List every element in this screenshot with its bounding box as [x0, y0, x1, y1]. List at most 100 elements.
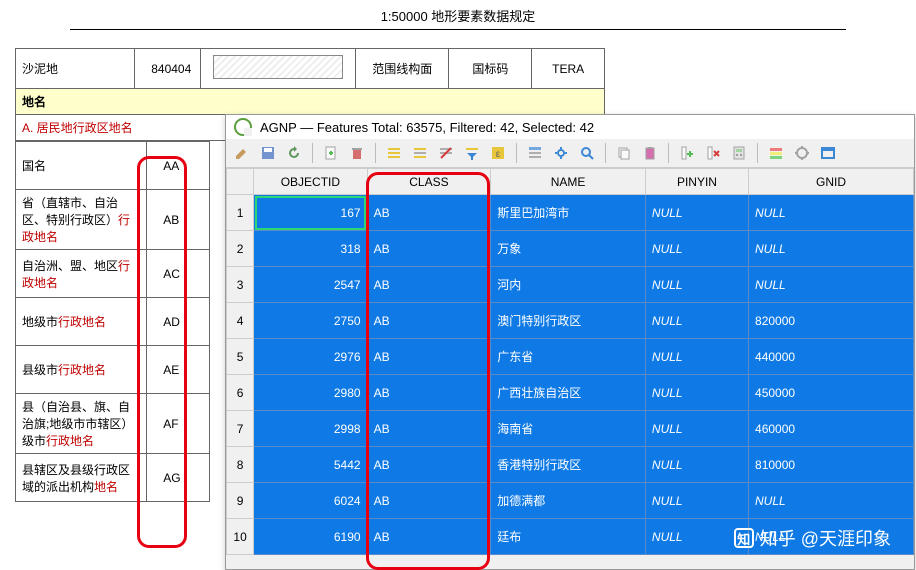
row-number[interactable]: 10 [227, 519, 254, 555]
cell[interactable]: NULL [749, 483, 914, 519]
cell[interactable]: 820000 [749, 303, 914, 339]
cell[interactable]: AB [367, 411, 491, 447]
cell[interactable]: AB [367, 519, 491, 555]
copy-icon[interactable] [614, 143, 634, 163]
zoom-to-icon[interactable] [577, 143, 597, 163]
cell[interactable]: NULL [645, 339, 748, 375]
save-icon[interactable] [258, 143, 278, 163]
add-feature-icon[interactable] [321, 143, 341, 163]
select-by-expr-icon[interactable]: ε [488, 143, 508, 163]
cell[interactable]: NULL [749, 231, 914, 267]
cell[interactable]: 河内 [491, 267, 646, 303]
deselect-icon[interactable] [436, 143, 456, 163]
table-row[interactable]: 32547AB河内NULLNULL [227, 267, 914, 303]
cell[interactable]: 香港特别行政区 [491, 447, 646, 483]
delete-feature-icon[interactable] [347, 143, 367, 163]
col-header[interactable]: NAME [491, 169, 646, 195]
cell[interactable]: AB [367, 339, 491, 375]
cell[interactable]: 450000 [749, 375, 914, 411]
table-row[interactable]: 52976AB广东省NULL440000 [227, 339, 914, 375]
corner-cell[interactable] [227, 169, 254, 195]
cell[interactable]: 6024 [254, 483, 367, 519]
cell[interactable]: 广东省 [491, 339, 646, 375]
cell[interactable]: AB [367, 231, 491, 267]
table-row[interactable]: 106190AB廷布NULLNULL [227, 519, 914, 555]
cell[interactable]: 6190 [254, 519, 367, 555]
cell[interactable]: 澳门特别行政区 [491, 303, 646, 339]
row-number[interactable]: 9 [227, 483, 254, 519]
cell[interactable]: NULL [749, 195, 914, 231]
col-header[interactable]: PINYIN [645, 169, 748, 195]
cell[interactable]: 广西壮族自治区 [491, 375, 646, 411]
dock-icon[interactable] [818, 143, 838, 163]
cell[interactable]: 440000 [749, 339, 914, 375]
cell[interactable]: 167 [254, 195, 367, 231]
cell[interactable]: 斯里巴加湾市 [491, 195, 646, 231]
cell[interactable]: NULL [645, 411, 748, 447]
refresh-icon[interactable] [284, 143, 304, 163]
cell[interactable]: 318 [254, 231, 367, 267]
cell[interactable]: NULL [645, 195, 748, 231]
cell[interactable]: 2976 [254, 339, 367, 375]
cell[interactable]: AB [367, 447, 491, 483]
row-number[interactable]: 8 [227, 447, 254, 483]
cell[interactable]: 2980 [254, 375, 367, 411]
actions-icon[interactable] [792, 143, 812, 163]
row-number[interactable]: 5 [227, 339, 254, 375]
cell[interactable]: 海南省 [491, 411, 646, 447]
select-rows-icon[interactable] [384, 143, 404, 163]
move-top-icon[interactable] [525, 143, 545, 163]
cell[interactable]: NULL [645, 231, 748, 267]
table-row[interactable]: 2318AB万象NULLNULL [227, 231, 914, 267]
pattern-swatch [213, 55, 343, 79]
cell[interactable]: NULL [645, 483, 748, 519]
cell[interactable]: 万象 [491, 231, 646, 267]
conditional-format-icon[interactable] [766, 143, 786, 163]
table-row[interactable]: 96024AB加德满都NULLNULL [227, 483, 914, 519]
table-scroll[interactable]: OBJECTID CLASS NAME PINYIN GNID 1167AB斯里… [226, 168, 914, 555]
col-header[interactable]: CLASS [367, 169, 491, 195]
col-header[interactable]: GNID [749, 169, 914, 195]
cell[interactable]: 810000 [749, 447, 914, 483]
cell[interactable]: 2750 [254, 303, 367, 339]
cell[interactable]: AB [367, 195, 491, 231]
cell[interactable]: NULL [645, 303, 748, 339]
cell[interactable]: NULL [749, 267, 914, 303]
cell[interactable]: NULL [645, 375, 748, 411]
table-row[interactable]: 1167AB斯里巴加湾市NULLNULL [227, 195, 914, 231]
row-number[interactable]: 4 [227, 303, 254, 339]
cell[interactable]: 2547 [254, 267, 367, 303]
table-row[interactable]: 62980AB广西壮族自治区NULL450000 [227, 375, 914, 411]
cell[interactable]: NULL [645, 447, 748, 483]
cell[interactable]: 5442 [254, 447, 367, 483]
cell[interactable]: NULL [645, 267, 748, 303]
table-row[interactable]: 85442AB香港特别行政区NULL810000 [227, 447, 914, 483]
cell[interactable]: 加德满都 [491, 483, 646, 519]
row-number[interactable]: 6 [227, 375, 254, 411]
cell[interactable]: AB [367, 267, 491, 303]
cell[interactable]: NULL [749, 519, 914, 555]
filter-select-icon[interactable] [462, 143, 482, 163]
delete-field-icon[interactable] [703, 143, 723, 163]
row-number[interactable]: 2 [227, 231, 254, 267]
edit-pencil-icon[interactable] [232, 143, 252, 163]
table-row[interactable]: 42750AB澳门特别行政区NULL820000 [227, 303, 914, 339]
cell[interactable]: AB [367, 483, 491, 519]
pan-to-icon[interactable] [551, 143, 571, 163]
col-header[interactable]: OBJECTID [254, 169, 367, 195]
field-calc-icon[interactable] [729, 143, 749, 163]
cell[interactable]: NULL [645, 519, 748, 555]
cell[interactable]: 2998 [254, 411, 367, 447]
invert-select-icon[interactable] [410, 143, 430, 163]
row-number[interactable]: 3 [227, 267, 254, 303]
cell[interactable]: AB [367, 303, 491, 339]
window-titlebar[interactable]: AGNP — Features Total: 63575, Filtered: … [226, 115, 914, 139]
cell[interactable]: 460000 [749, 411, 914, 447]
cell[interactable]: 廷布 [491, 519, 646, 555]
table-row[interactable]: 72998AB海南省NULL460000 [227, 411, 914, 447]
paste-icon[interactable] [640, 143, 660, 163]
new-field-icon[interactable] [677, 143, 697, 163]
cell[interactable]: AB [367, 375, 491, 411]
row-number[interactable]: 7 [227, 411, 254, 447]
row-number[interactable]: 1 [227, 195, 254, 231]
